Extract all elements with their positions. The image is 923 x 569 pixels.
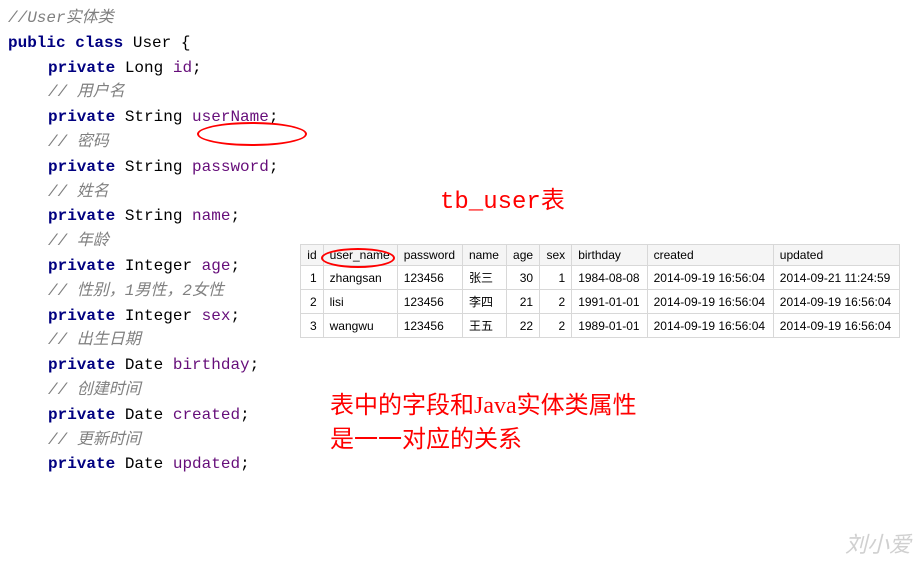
comment-sex: // 性别，1男性，2女性: [48, 282, 224, 300]
comment-name: // 姓名: [48, 183, 109, 201]
table-cell: 2014-09-19 16:56:04: [773, 314, 899, 338]
table-cell: 1991-01-01: [572, 290, 647, 314]
col-birthday: birthday: [572, 245, 647, 266]
comment-class: //User实体类: [8, 9, 114, 27]
col-created: created: [647, 245, 773, 266]
field-birthday: birthday: [173, 356, 250, 374]
table-cell: 1: [301, 266, 324, 290]
comment-username: // 用户名: [48, 83, 125, 101]
table-cell: 2: [540, 290, 572, 314]
col-id: id: [301, 245, 324, 266]
field-username: userName: [192, 108, 269, 126]
table-row: 1zhangsan123456张三3011984-08-082014-09-19…: [301, 266, 900, 290]
table-cell: 123456: [397, 314, 462, 338]
desc-line-1: 表中的字段和Java实体类属性: [330, 390, 637, 424]
comment-updated: // 更新时间: [48, 431, 141, 449]
table-cell: 30: [506, 266, 539, 290]
table-cell: 1989-01-01: [572, 314, 647, 338]
table-cell: 2014-09-19 16:56:04: [773, 290, 899, 314]
table-cell: 张三: [462, 266, 506, 290]
table-row: 2lisi123456李四2121991-01-012014-09-19 16:…: [301, 290, 900, 314]
desc-line-2: 是一一对应的关系: [330, 424, 637, 458]
table-cell: 2014-09-19 16:56:04: [647, 266, 773, 290]
class-name: User: [133, 34, 171, 52]
table-cell: 3: [301, 314, 324, 338]
col-updated: updated: [773, 245, 899, 266]
table-cell: 2014-09-21 11:24:59: [773, 266, 899, 290]
table-cell: zhangsan: [323, 266, 397, 290]
table-cell: 2014-09-19 16:56:04: [647, 290, 773, 314]
table-cell: 2: [540, 314, 572, 338]
table-title: tb_user表: [440, 180, 565, 216]
table-cell: 1: [540, 266, 572, 290]
table-cell: 21: [506, 290, 539, 314]
table-cell: 123456: [397, 290, 462, 314]
comment-birthday: // 出生日期: [48, 331, 141, 349]
field-created: created: [173, 406, 240, 424]
field-updated: updated: [173, 455, 240, 473]
field-name: name: [192, 207, 230, 225]
table-header-row: id user_name password name age sex birth…: [301, 245, 900, 266]
table-cell: 2014-09-19 16:56:04: [647, 314, 773, 338]
comment-age: // 年龄: [48, 232, 109, 250]
field-password: password: [192, 158, 269, 176]
description-text: 表中的字段和Java实体类属性 是一一对应的关系: [330, 390, 637, 457]
kw-public: public: [8, 34, 66, 52]
table-cell: 1984-08-08: [572, 266, 647, 290]
table-cell: wangwu: [323, 314, 397, 338]
table-cell: 李四: [462, 290, 506, 314]
table-cell: 王五: [462, 314, 506, 338]
col-sex: sex: [540, 245, 572, 266]
col-password: password: [397, 245, 462, 266]
field-id: id: [173, 59, 192, 77]
table-cell: lisi: [323, 290, 397, 314]
table-cell: 22: [506, 314, 539, 338]
field-age: age: [202, 257, 231, 275]
table-cell: 123456: [397, 266, 462, 290]
kw-class: class: [75, 34, 123, 52]
col-name: name: [462, 245, 506, 266]
watermark-text: 刘小爱: [845, 527, 911, 559]
col-age: age: [506, 245, 539, 266]
table-cell: 2: [301, 290, 324, 314]
comment-created: // 创建时间: [48, 381, 141, 399]
db-table: id user_name password name age sex birth…: [300, 244, 900, 338]
col-user-name: user_name: [323, 245, 397, 266]
field-sex: sex: [202, 307, 231, 325]
comment-password: // 密码: [48, 133, 109, 151]
table-row: 3wangwu123456王五2221989-01-012014-09-19 1…: [301, 314, 900, 338]
